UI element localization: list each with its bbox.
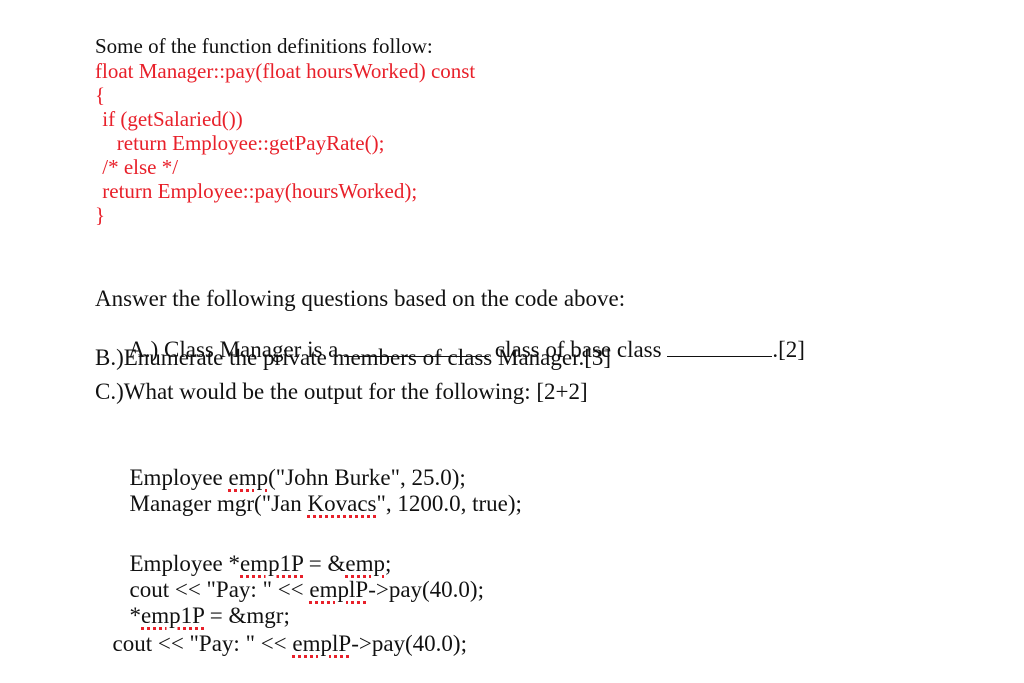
code-text: ", 1200.0, true); [376,491,522,516]
code-line: { [95,83,106,107]
answer-blank-base [667,355,773,357]
question-c: C.)What would be the output for the foll… [95,379,588,404]
code-line: if (getSalaried()) [97,107,243,131]
code-line: return Employee::pay(hoursWorked); [97,179,418,203]
snippet-line: Manager mgr("Jan Kovacs", 1200.0, true); [95,469,522,538]
code-line: float Manager::pay(float hoursWorked) co… [95,59,476,83]
snippet-line: cout << "Pay: " << emplP->pay(40.0); [78,609,468,678]
code-text: cout << "Pay: " << [112,631,293,656]
code-line: } [95,203,106,227]
question-a-suffix: .[2] [772,337,805,362]
spellcheck-word: emplP [292,631,352,656]
code-text: Manager mgr("Jan [129,491,308,516]
question-b: B.)Enumerate the private members of clas… [95,345,612,370]
questions-heading: Answer the following questions based on … [95,286,626,311]
code-text: ->pay(40.0); [351,631,467,656]
code-line: return Employee::getPayRate(); [101,131,385,155]
intro-text: Some of the function definitions follow: [95,34,433,58]
spellcheck-word: Kovacs [307,491,377,516]
spellcheck-word: emplP [309,577,369,602]
code-line: /* else */ [97,155,179,179]
code-text: ->pay(40.0); [368,577,484,602]
